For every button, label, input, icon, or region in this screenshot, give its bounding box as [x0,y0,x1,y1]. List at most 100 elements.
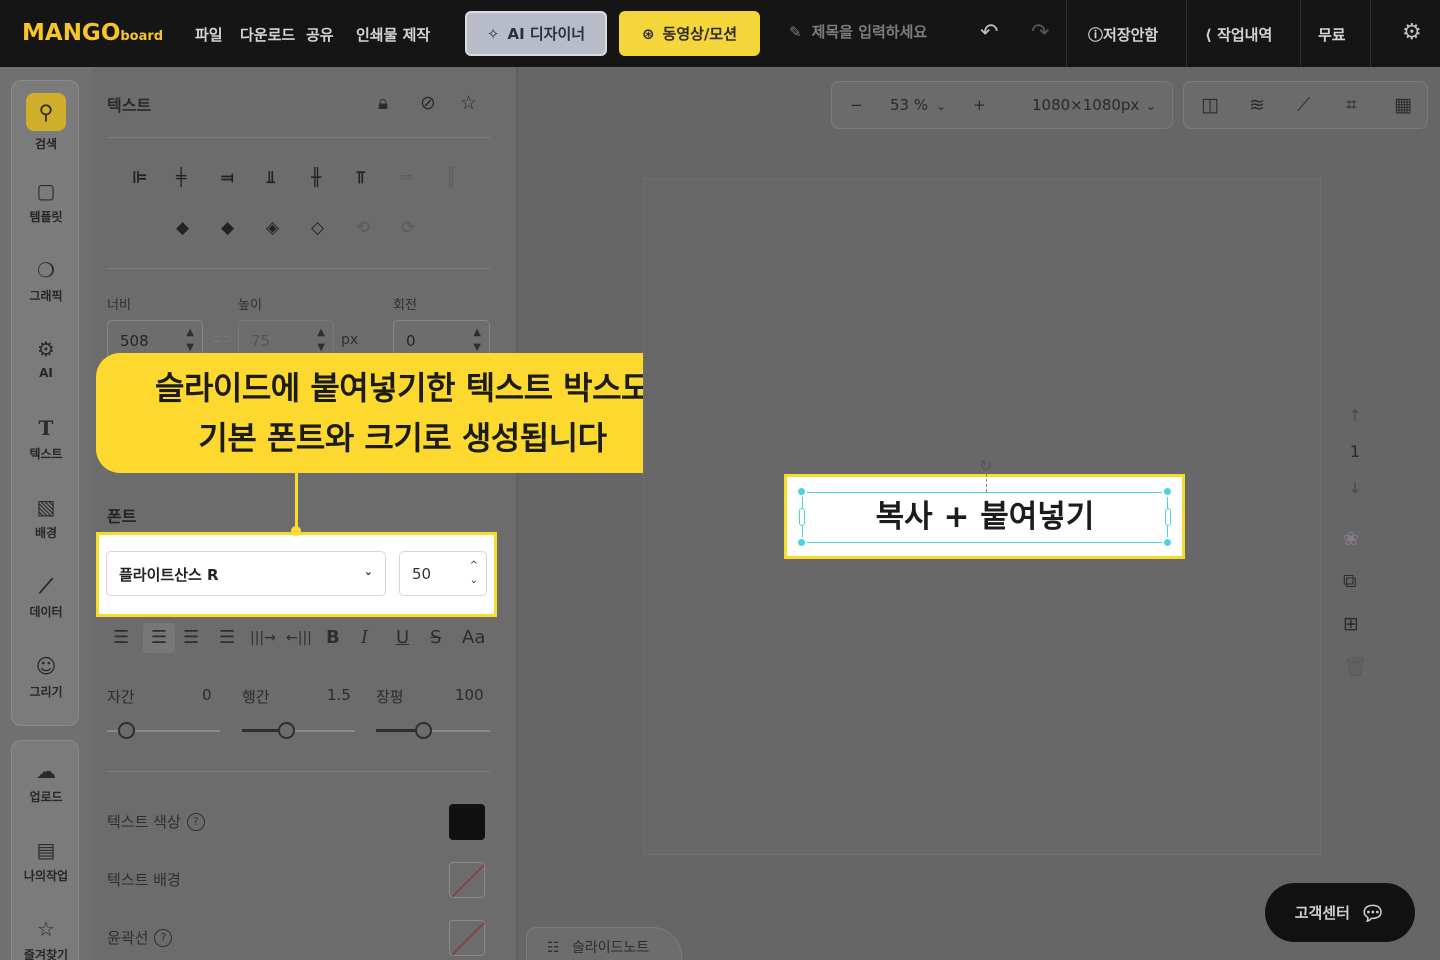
distribute-h-icon[interactable]: ═ [401,168,411,188]
sidebar-item-ai[interactable]: ⚙ AI [12,336,80,380]
color-palette-icon[interactable]: ❀ [1343,528,1359,550]
text-align-left-icon[interactable]: ☰ [113,627,129,648]
sidebar-item-my-work[interactable]: ▤ 나의작업 [12,837,80,884]
sidebar-item-data[interactable]: ⟋ 데이터 [12,573,80,620]
align-middle-v-icon[interactable]: ╫ [311,168,321,188]
title-input[interactable]: ✎ 제목을 입력하세요 [789,21,927,42]
callout-line-2: 기본 폰트와 크기로 생성됩니다 [198,419,607,457]
sidebar-item-draw[interactable]: ☺ 그리기 [12,653,80,700]
resize-handle-right[interactable] [1165,508,1171,526]
save-status[interactable]: ⓘ저장안함 [1088,24,1158,45]
resize-handle-tr[interactable] [1162,486,1173,497]
menu-print[interactable]: 인쇄물 제작 [356,24,430,45]
crop-icon[interactable]: ⌗ [1346,94,1357,116]
zoom-in-button[interactable]: + [973,96,986,114]
zoom-level[interactable]: 53 % [890,96,928,114]
outline-swatch[interactable] [449,920,485,956]
sidebar-item-favorites[interactable]: ☆ 즐겨찾기 [12,916,80,960]
resize-handle-left[interactable] [799,508,805,526]
history-button[interactable]: ⟨ 작업내역 [1205,24,1272,45]
width-stepper[interactable]: ▲ ▼ [186,325,194,355]
lock-icon[interactable]: 🔒︎ [378,92,388,114]
send-back-icon[interactable]: ◇ [311,218,324,238]
letter-spacing-slider[interactable] [118,722,135,739]
flip-h-icon[interactable]: ⟲ [356,218,370,238]
help-icon[interactable]: ? [186,812,205,831]
text-box-content[interactable]: 복사 + 붙여넣기 [802,492,1168,543]
font-size-stepper[interactable]: ^ ⌄ [470,558,478,588]
customer-center-button[interactable]: 고객센터 💬︎ [1265,883,1415,942]
sticker-icon[interactable]: ◫ [1201,94,1219,116]
layers-icon[interactable]: ≋ [1249,94,1265,116]
text-align-center-icon[interactable]: ☰ [143,623,175,653]
favorite-icon: ☆ [37,917,55,941]
italic-icon[interactable]: I [361,627,368,648]
settings-gear-icon[interactable]: ⚙ [1402,20,1422,45]
delete-page-icon[interactable]: 🗑︎ [1343,655,1367,678]
sidebar-item-text[interactable]: T 텍스트 [12,415,80,462]
flip-v-icon[interactable]: ⟳ [401,218,415,238]
text-color-swatch[interactable] [449,804,485,840]
align-top-icon[interactable]: ⫪ [356,168,366,188]
align-left-icon[interactable]: ⊫ [132,168,148,188]
undo-icon[interactable]: ↶ [980,20,998,45]
redo-icon[interactable]: ↷ [1031,20,1049,45]
send-backward-icon[interactable]: ◈ [266,218,279,238]
page-up-icon[interactable]: ↑ [1340,398,1370,434]
bold-icon[interactable]: B [326,627,340,648]
help-icon[interactable]: ? [154,928,173,947]
plan-badge[interactable]: 무료 [1318,24,1346,45]
menu-share[interactable]: 공유 [306,24,334,45]
video-motion-button[interactable]: ⊛ 동영상/모션 [619,11,760,56]
text-align-right-icon[interactable]: ☰ [183,627,199,648]
grid-icon[interactable]: ▦ [1394,94,1412,116]
zoom-out-button[interactable]: − [850,96,863,114]
align-right-icon[interactable]: ⫤ [221,168,234,188]
align-center-h-icon[interactable]: ╪ [176,168,186,188]
resize-handle-br[interactable] [1162,537,1173,548]
height-stepper[interactable]: ▲ ▼ [317,325,325,355]
sidebar-item-background[interactable]: ▧ 배경 [12,494,80,541]
chevron-down-icon[interactable]: ⌄ [936,99,946,113]
slide-note-tab[interactable]: ☷ 슬라이드노트 [526,927,682,960]
menu-download[interactable]: 다운로드 [240,24,295,45]
rotation-stepper[interactable]: ▲ ▼ [473,325,481,355]
text-background-swatch[interactable] [449,862,485,898]
width-ratio-slider[interactable] [415,722,432,739]
upload-icon: ☁ [36,759,56,783]
text-case-icon[interactable]: Aa [462,627,485,648]
logo[interactable]: MANGOboard [22,20,163,46]
line-height-slider[interactable] [278,722,295,739]
duplicate-page-icon[interactable]: ⧉ [1343,570,1357,592]
transparency-icon[interactable]: ⊘ [420,92,436,114]
text-justify-icon[interactable]: ☰ [219,627,235,648]
rotate-handle-icon[interactable]: ↻ [979,456,992,475]
align-bottom-icon[interactable]: ⫫ [266,168,276,188]
resize-handle-bl[interactable] [796,537,807,548]
sidebar-item-search[interactable]: ⚲ 검색 [12,93,80,152]
bring-front-icon[interactable]: ◆ [176,218,189,238]
font-size-field[interactable]: 50 ^ ⌄ [399,551,487,596]
text-icon: T [38,416,54,440]
chevron-down-icon[interactable]: ⌄ [1146,99,1156,113]
sidebar-item-template[interactable]: ▢ 템플릿 [12,178,80,225]
underline-icon[interactable]: U [396,627,409,648]
link-icon[interactable]: ⊂⊃ [211,332,233,347]
canvas-size[interactable]: 1080×1080px [1032,96,1139,114]
strikethrough-icon[interactable]: S [430,627,441,648]
page-down-icon[interactable]: ↓ [1340,470,1370,506]
ruler-icon[interactable]: ⟋ [1297,94,1310,116]
sidebar-item-graphic[interactable]: ❍ 그래픽 [12,257,80,304]
distribute-v-icon[interactable]: ║ [446,168,456,188]
star-icon[interactable]: ☆ [460,92,477,114]
outdent-icon[interactable]: ←||| [286,630,312,646]
indent-icon[interactable]: |||→ [250,630,276,646]
bring-forward-icon[interactable]: ◆ [221,218,234,238]
resize-handle-tl[interactable] [796,486,807,497]
add-page-icon[interactable]: ⊞ [1343,613,1359,635]
sidebar-item-upload[interactable]: ☁ 업로드 [12,758,80,805]
chevron-down-icon: ⌄ [363,565,373,578]
ai-designer-button[interactable]: ✧ AI 디자이너 [465,11,607,56]
menu-file[interactable]: 파일 [195,24,223,45]
font-family-select[interactable]: 플라이트산스 R ⌄ [106,551,386,596]
